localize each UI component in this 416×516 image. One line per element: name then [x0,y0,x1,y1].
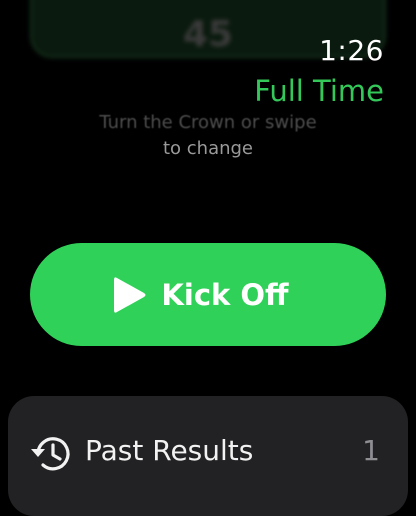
hint-text-line1: Turn the Crown or swipe [99,112,317,133]
history-icon [31,437,70,471]
clock-time: 1:26 [319,34,384,67]
past-results-button[interactable]: Past Results 1 [8,396,408,516]
past-results-count: 1 [362,434,380,467]
mode-title: Full Time [254,74,384,108]
kick-off-button[interactable]: Kick Off [30,243,386,346]
kick-off-label: Kick Off [161,277,289,312]
hint-text-line2: to change [162,138,254,159]
play-icon [114,276,146,313]
past-results-label: Past Results [85,434,254,467]
